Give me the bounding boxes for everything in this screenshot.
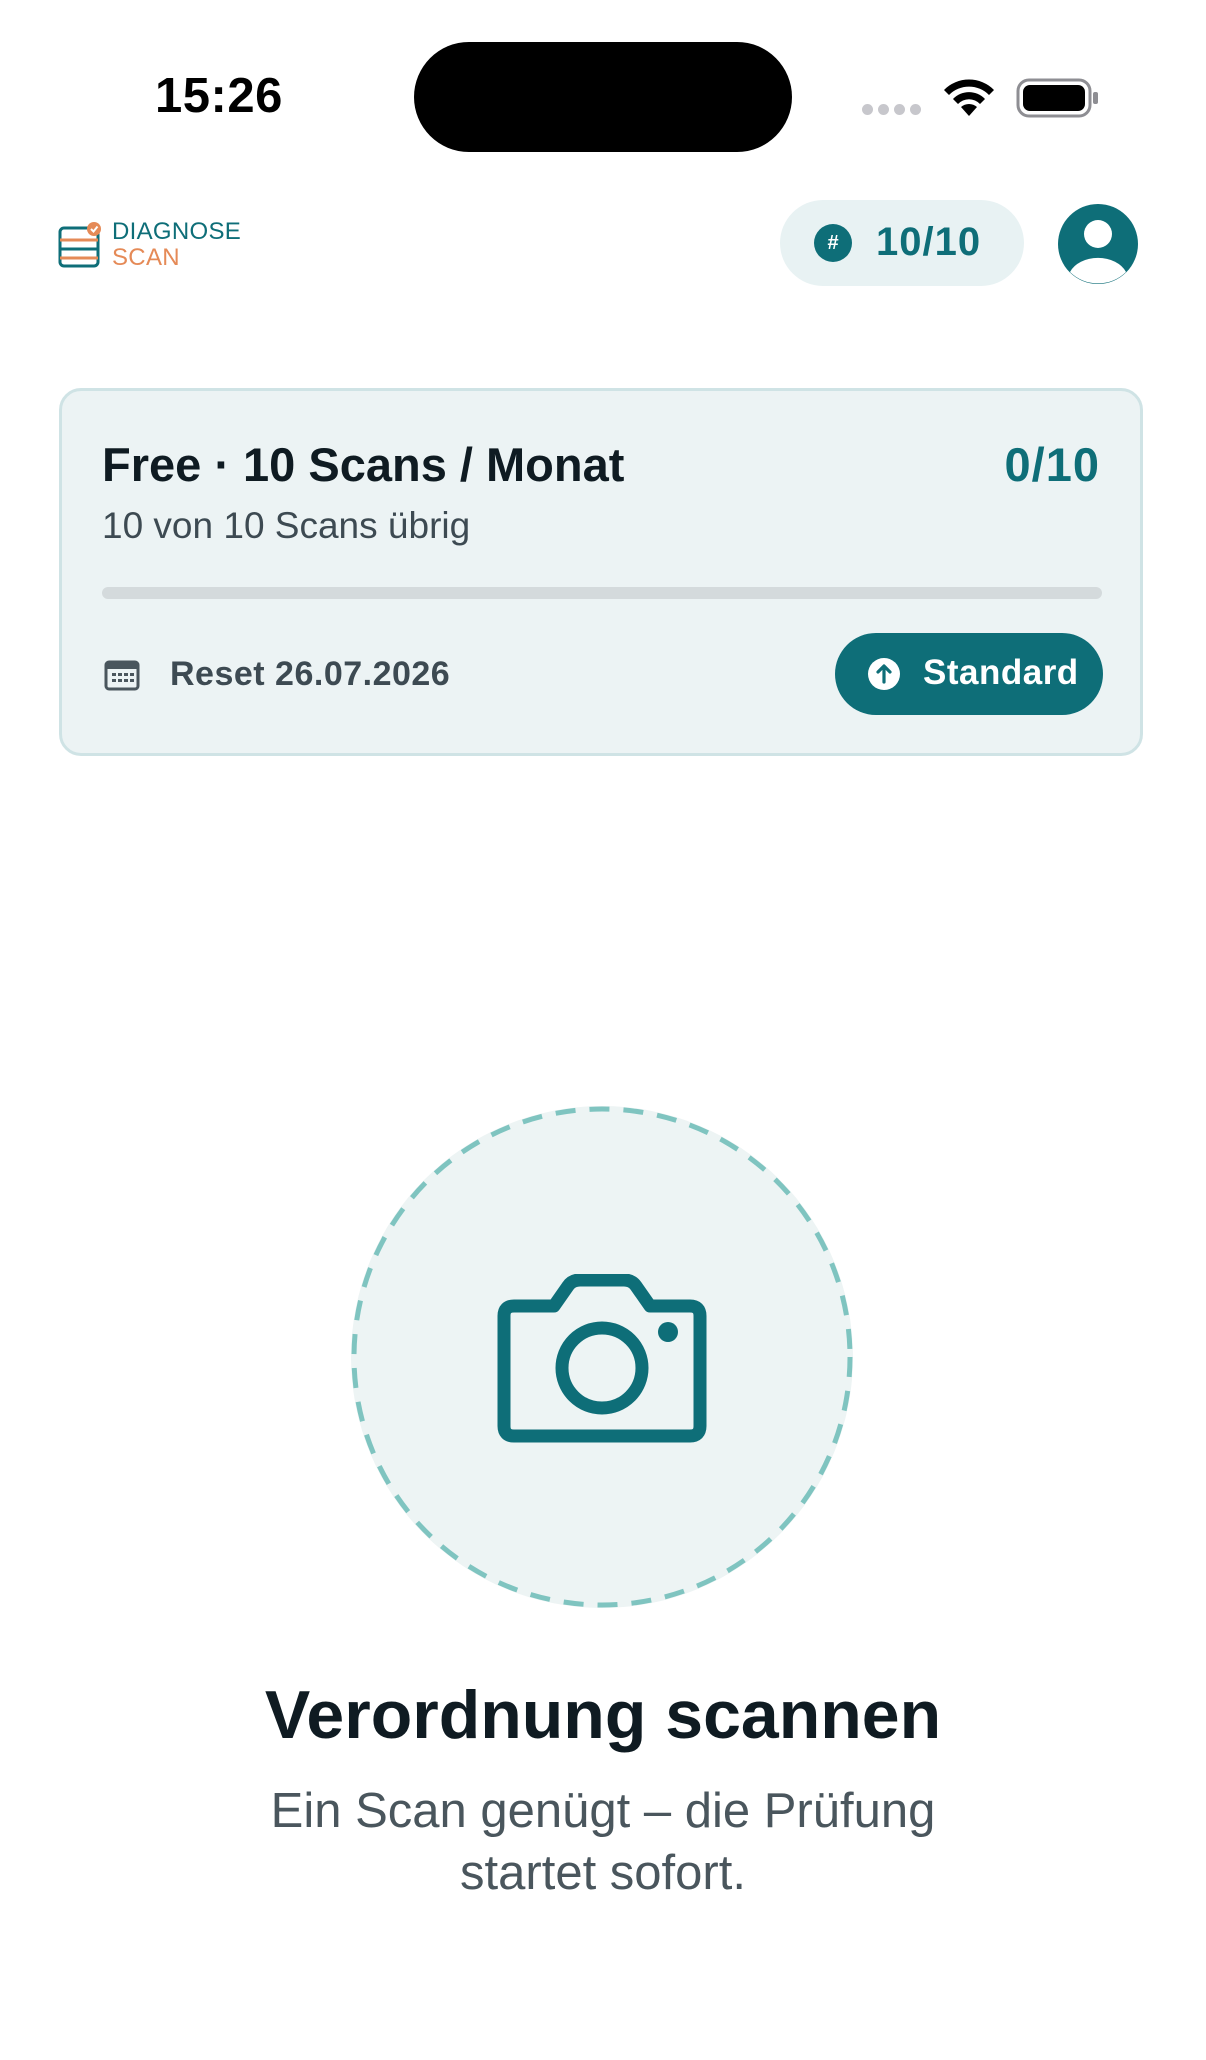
scan-title: Verordnung scannen — [264, 1677, 942, 1753]
profile-button[interactable] — [1058, 204, 1138, 284]
user-icon — [1070, 220, 1126, 284]
logo-text-scan: SCAN — [112, 244, 180, 271]
scan-subtitle-line-2: startet sofort. — [460, 1846, 746, 1900]
dynamic-island — [414, 42, 792, 152]
plan-title: Free · 10 Scans / Monat — [102, 438, 625, 491]
credits-badge[interactable]: # 10/10 — [780, 200, 1024, 286]
upgrade-standard-button[interactable]: Standard — [835, 633, 1103, 715]
scan-subtitle: Ein Scan genügt – die Prüfung startet so… — [0, 1780, 1206, 1904]
checklist-logo-icon — [58, 222, 101, 268]
camera-icon — [497, 1274, 707, 1443]
status-bar-time: 15:26 — [155, 69, 283, 123]
battery-icon — [1016, 78, 1098, 118]
reset-date-text: Reset 26.07.2026 — [170, 655, 451, 693]
upgrade-button-label: Standard — [923, 653, 1079, 692]
calendar-icon — [104, 660, 140, 691]
wifi-icon — [944, 79, 994, 116]
scan-button[interactable] — [351, 1106, 853, 1608]
plan-remaining-text: 10 von 10 Scans übrig — [102, 505, 471, 546]
plan-card: Free · 10 Scans / Monat 0/10 10 von 10 S… — [59, 388, 1143, 756]
usage-progress-bar — [102, 587, 1102, 599]
logo-text-diagnose: DIAGNOSE — [112, 218, 242, 245]
plan-usage-count: 0/10 — [1004, 438, 1100, 491]
app-logo: DIAGNOSE SCAN — [58, 216, 258, 271]
hash-icon: # — [814, 224, 852, 262]
scan-subtitle-line-1: Ein Scan genügt – die Prüfung — [270, 1784, 936, 1838]
cellular-signal-icon — [862, 104, 924, 116]
credits-value: 10/10 — [876, 220, 982, 264]
arrow-up-circle-icon — [868, 658, 900, 690]
